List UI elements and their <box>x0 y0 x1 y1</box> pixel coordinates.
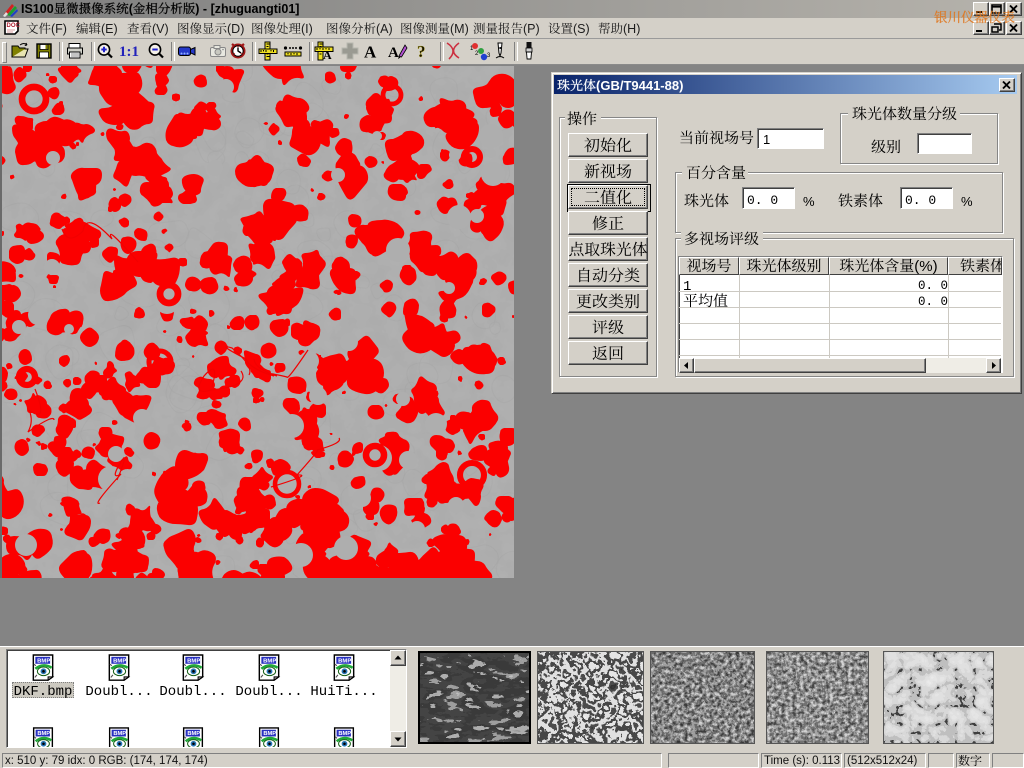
svg-text:(A): (A) <box>376 22 393 36</box>
svg-text:1: 1 <box>683 279 691 295</box>
svg-text:0. 0: 0. 0 <box>905 193 936 208</box>
svg-text:(S): (S) <box>573 22 590 36</box>
svg-text:3: 3 <box>487 53 491 59</box>
svg-text:A: A <box>364 43 377 62</box>
svg-text:Time (s): 0.113: Time (s): 0.113 <box>764 755 840 767</box>
svg-text:1: 1 <box>763 132 770 147</box>
svg-text:?: ? <box>417 42 426 61</box>
svg-text:) - [zhuguangti01]: ) - [zhuguangti01] <box>195 2 299 16</box>
svg-text:x: 510 y: 79 idx: 0 RGB: (17: x: 510 y: 79 idx: 0 RGB: (174, 174, 174) <box>5 755 208 767</box>
svg-text:HuiTi...: HuiTi... <box>310 684 377 700</box>
svg-text:(F): (F) <box>51 22 67 36</box>
svg-text:(512x512x24): (512x512x24) <box>847 755 917 767</box>
svg-text:DKF.bmp: DKF.bmp <box>14 684 73 700</box>
svg-text:(: ( <box>129 2 134 16</box>
svg-text:0. 0: 0. 0 <box>918 279 948 293</box>
svg-text:(E): (E) <box>101 22 118 36</box>
svg-text:Doubl...: Doubl... <box>235 684 302 700</box>
svg-text:Doubl...: Doubl... <box>85 684 152 700</box>
svg-text:0. 0: 0. 0 <box>747 193 778 208</box>
svg-text:A: A <box>323 48 332 62</box>
svg-text:Doubl...: Doubl... <box>159 684 226 700</box>
svg-text:(H): (H) <box>623 22 640 36</box>
svg-text:%: % <box>803 194 815 209</box>
svg-text:(D): (D) <box>227 22 244 36</box>
svg-text:%: % <box>961 194 973 209</box>
svg-text:(%): (%) <box>914 258 937 275</box>
svg-text:(V): (V) <box>152 22 169 36</box>
svg-text:1:1: 1:1 <box>119 44 139 60</box>
svg-text:(M): (M) <box>450 22 469 36</box>
svg-text:(%): (%) <box>1005 258 1024 275</box>
svg-text:(GB/T9441-88): (GB/T9441-88) <box>596 78 683 93</box>
svg-text:(I): (I) <box>301 22 313 36</box>
svg-text:(P): (P) <box>523 22 540 36</box>
svg-text:0. 0: 0. 0 <box>918 295 948 309</box>
svg-text:IS100: IS100 <box>21 2 54 16</box>
svg-text:A: A <box>388 45 399 61</box>
